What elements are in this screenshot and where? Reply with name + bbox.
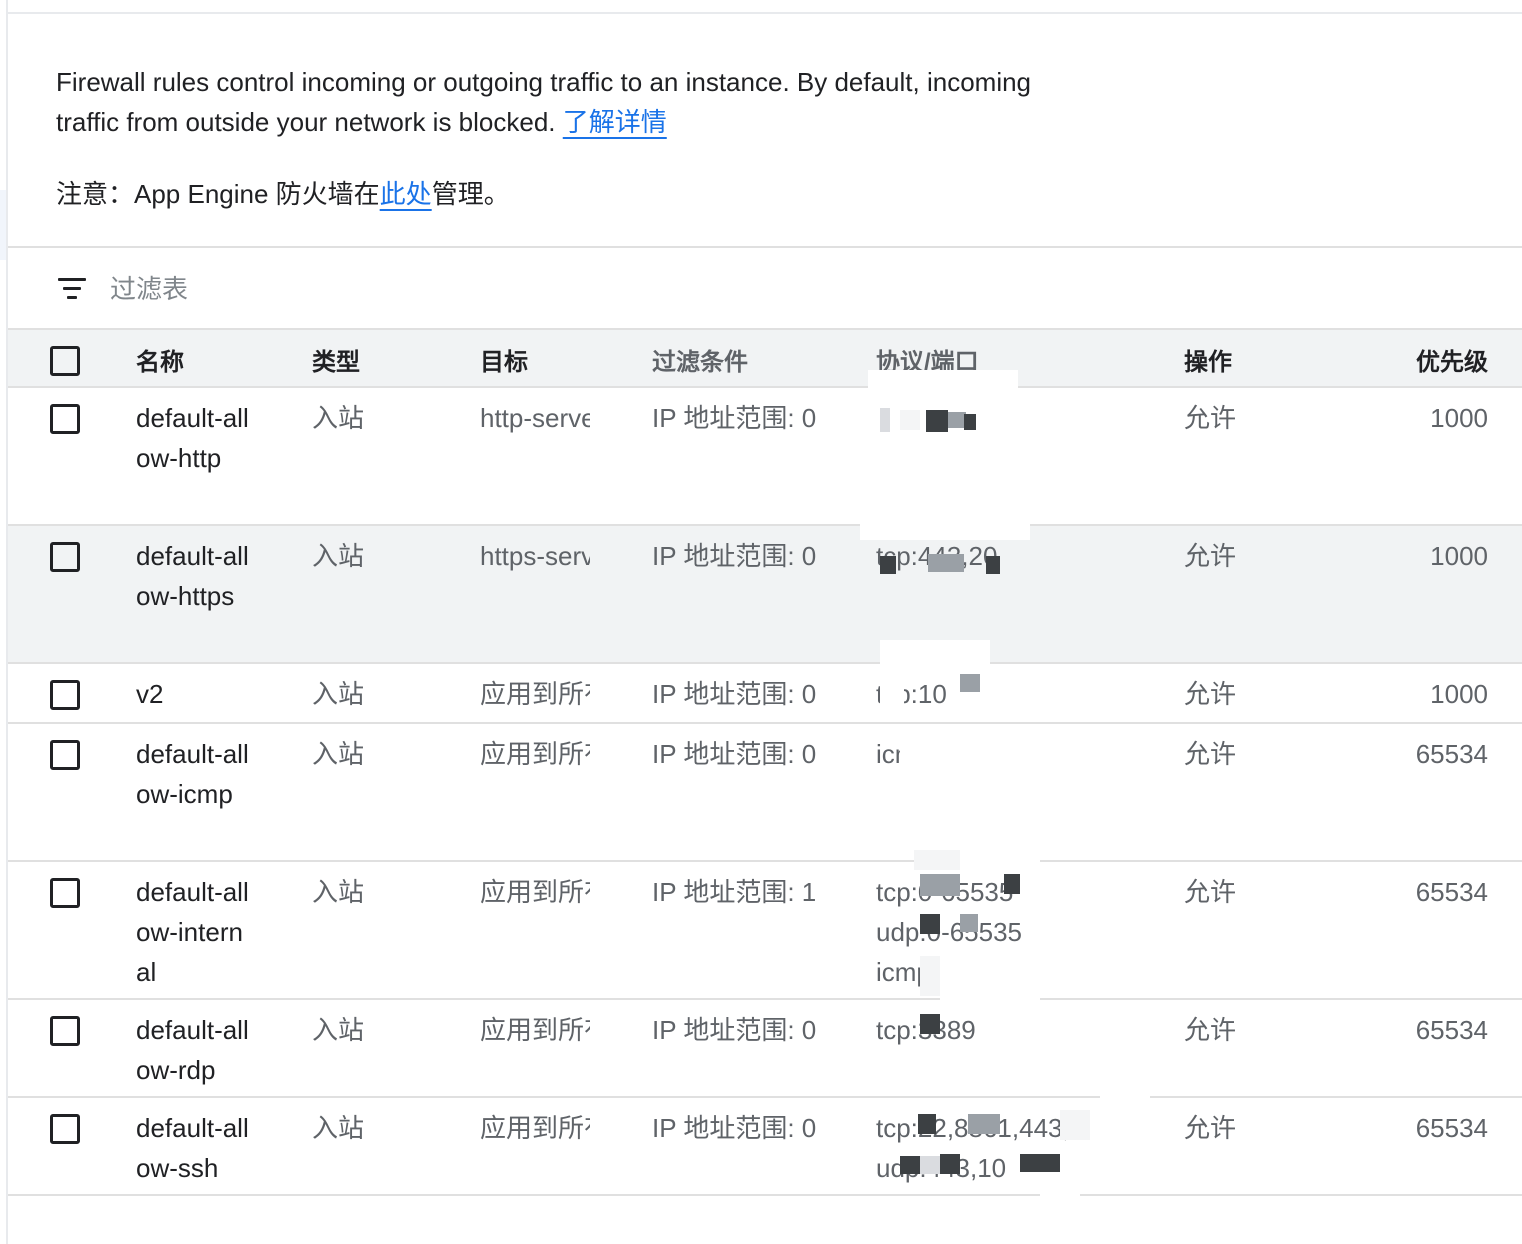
rule-target: 应用到所有 [480, 877, 590, 907]
rule-target: 应用到所有 [480, 1113, 590, 1143]
rule-action: 允许 [1184, 1113, 1237, 1143]
rule-target: 应用到所有 [480, 679, 590, 709]
rule-protocol: tcp:80 [876, 403, 947, 433]
row-checkbox[interactable] [50, 1114, 80, 1144]
rule-action: 允许 [1184, 541, 1237, 571]
rule-type: 入站 [312, 1113, 365, 1143]
rule-filter: IP 地址范围: 1 [652, 877, 817, 907]
header-action[interactable]: 操作 [1184, 342, 1232, 377]
rule-priority: 65534 [1415, 877, 1488, 907]
left-accent [0, 190, 6, 260]
rule-name[interactable]: default-allow-https [136, 536, 256, 616]
note-prefix: 注意：App Engine 防火墙在 [56, 179, 380, 209]
rule-protocol: icmp [876, 739, 931, 769]
rule-filter: IP 地址范围: 0 [652, 403, 817, 433]
firewall-rules-table: 名称 类型 目标 过滤条件 协议/端口 操作 优先级 default-allow… [8, 328, 1522, 1196]
rule-type: 入站 [312, 877, 365, 907]
row-checkbox[interactable] [50, 542, 80, 572]
rule-target: https-server [480, 541, 590, 571]
rule-name[interactable]: v2 [136, 674, 256, 714]
rule-name[interactable]: default-allow-internal [136, 872, 256, 992]
rule-type: 入站 [312, 403, 365, 433]
rule-target: 应用到所有 [480, 1015, 590, 1045]
rule-type: 入站 [312, 1015, 365, 1045]
rule-action: 允许 [1184, 739, 1237, 769]
rule-name[interactable]: default-allow-ssh [136, 1108, 256, 1188]
row-checkbox[interactable] [50, 680, 80, 710]
table-row[interactable]: default-allow-http 入站 http-server IP 地址范… [8, 388, 1522, 526]
filter-table-input[interactable] [108, 268, 712, 310]
rule-filter: IP 地址范围: 0 [652, 1015, 817, 1045]
rule-priority: 65534 [1415, 1015, 1488, 1045]
row-checkbox[interactable] [50, 404, 80, 434]
table-row[interactable]: v2 入站 应用到所有 IP 地址范围: 0 tcp:10 允许 1000 [8, 664, 1522, 724]
rule-name[interactable]: default-allow-icmp [136, 734, 256, 814]
rule-protocol: tcp:10 [876, 679, 947, 709]
header-priority[interactable]: 优先级 [1416, 342, 1488, 377]
intro-paragraph: Firewall rules control incoming or outgo… [56, 62, 1056, 142]
select-all-checkbox[interactable] [50, 346, 80, 376]
rule-priority: 1000 [1430, 403, 1488, 433]
rule-protocol: tcp:443,20 [876, 541, 998, 571]
learn-more-link[interactable]: 了解详情 [563, 107, 667, 137]
rule-action: 允许 [1184, 877, 1237, 907]
rule-action: 允许 [1184, 1015, 1237, 1045]
here-link[interactable]: 此处 [380, 179, 432, 209]
rule-target: 应用到所有 [480, 739, 590, 769]
rule-priority: 65534 [1415, 1113, 1488, 1143]
header-filter: 过滤条件 [652, 349, 748, 376]
rule-filter: IP 地址范围: 0 [652, 541, 817, 571]
rule-priority: 1000 [1430, 679, 1488, 709]
rule-filter: IP 地址范围: 0 [652, 739, 817, 769]
rule-filter: IP 地址范围: 0 [652, 679, 817, 709]
rule-type: 入站 [312, 679, 365, 709]
rule-priority: 65534 [1415, 739, 1488, 769]
table-row[interactable]: default-allow-ssh 入站 应用到所有 IP 地址范围: 0 tc… [8, 1098, 1522, 1196]
rule-protocol: tcp:0-65535 udp:0-65535 icmp [876, 877, 1023, 987]
table-row[interactable]: default-allow-icmp 入站 应用到所有 IP 地址范围: 0 i… [8, 724, 1522, 862]
filter-bar [8, 248, 1522, 328]
top-divider [8, 12, 1522, 14]
rule-protocol: tcp:3389 [876, 1015, 976, 1045]
rule-filter: IP 地址范围: 0 [652, 1113, 817, 1143]
rule-type: 入站 [312, 739, 365, 769]
header-target[interactable]: 目标 [480, 342, 528, 377]
rule-protocol: tcp:22,8861,443, udp:443,10 [876, 1113, 1066, 1183]
table-row[interactable]: default-allow-rdp 入站 应用到所有 IP 地址范围: 0 tc… [8, 1000, 1522, 1098]
rule-priority: 1000 [1430, 541, 1488, 571]
row-checkbox[interactable] [50, 878, 80, 908]
header-protocol: 协议/端口 [876, 349, 979, 376]
filter-list-icon[interactable] [58, 278, 86, 300]
rule-action: 允许 [1184, 403, 1237, 433]
rule-type: 入站 [312, 541, 365, 571]
row-checkbox[interactable] [50, 1016, 80, 1046]
rule-name[interactable]: default-allow-http [136, 398, 256, 478]
header-type[interactable]: 类型 [312, 342, 360, 377]
table-row[interactable]: default-allow-internal 入站 应用到所有 IP 地址范围:… [8, 862, 1522, 1000]
rule-target: http-server [480, 403, 590, 433]
table-header: 名称 类型 目标 过滤条件 协议/端口 操作 优先级 [8, 328, 1522, 388]
rule-action: 允许 [1184, 679, 1237, 709]
header-name[interactable]: 名称 [136, 342, 184, 377]
table-row[interactable]: default-allow-https 入站 https-server IP 地… [8, 526, 1522, 664]
rule-name[interactable]: default-allow-rdp [136, 1010, 256, 1090]
note-suffix: 管理。 [431, 179, 510, 209]
row-checkbox[interactable] [50, 740, 80, 770]
app-engine-note: 注意：App Engine 防火墙在此处管理。 [56, 174, 510, 214]
intro-text: Firewall rules control incoming or outgo… [56, 67, 1032, 137]
